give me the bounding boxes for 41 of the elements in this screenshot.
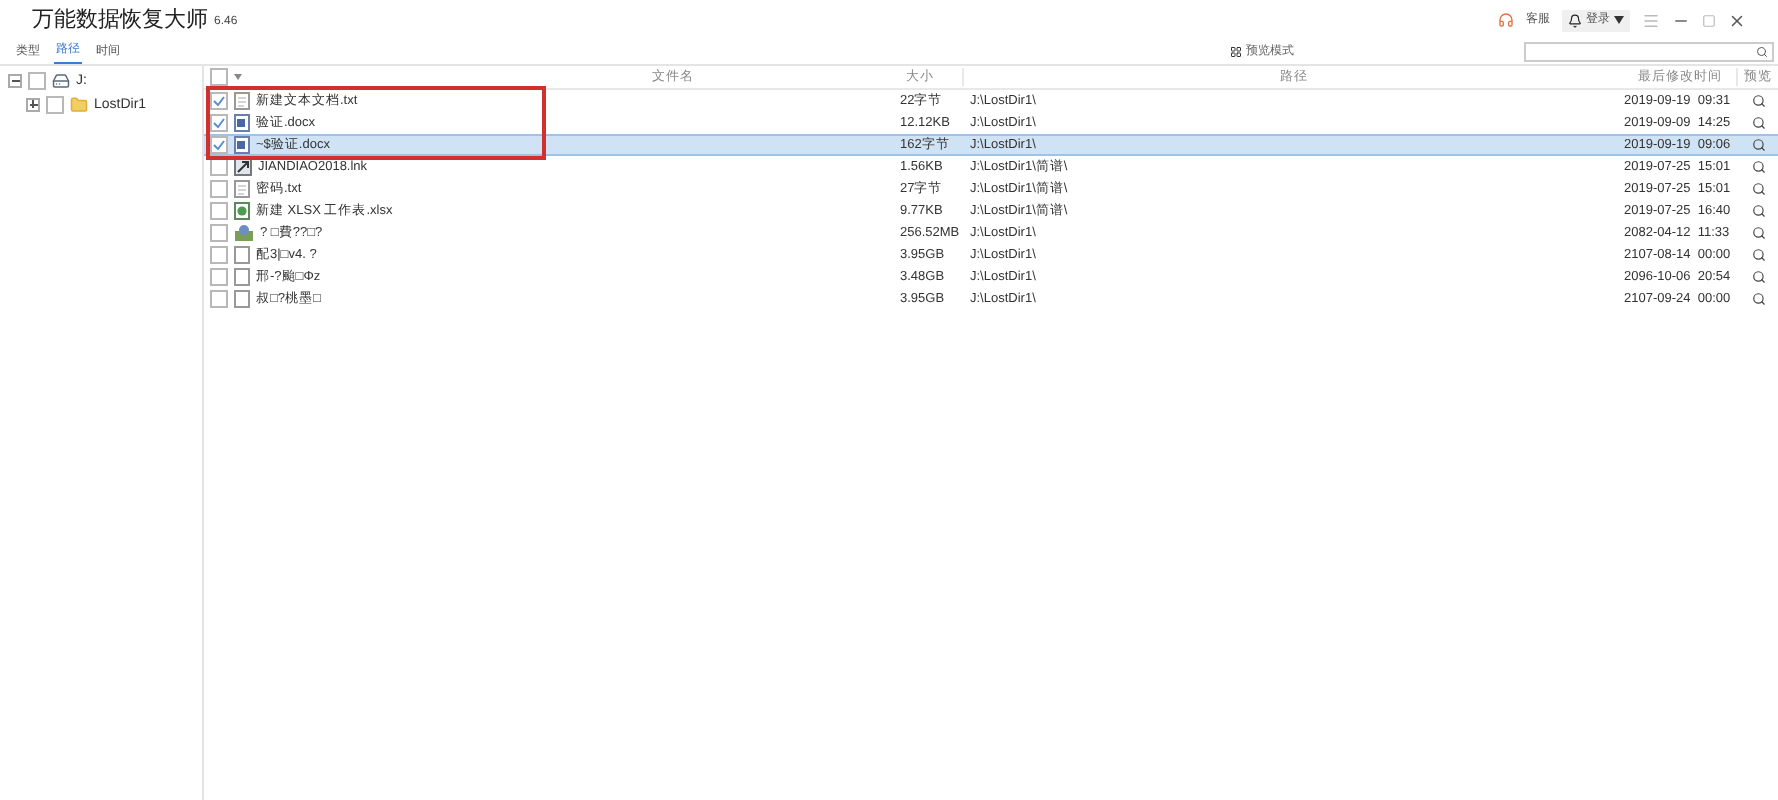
checkbox[interactable] [28,71,46,89]
folder-icon [70,95,88,113]
spreadsheet-icon [234,202,250,220]
checkbox[interactable] [210,136,228,154]
search-icon[interactable] [1751,182,1765,196]
restore-icon[interactable] [1702,13,1716,27]
search-icon[interactable] [1751,94,1765,108]
search-icon[interactable] [1751,226,1765,240]
menu-icon[interactable] [1642,11,1660,29]
checkbox[interactable] [210,92,228,110]
checkbox[interactable] [210,224,228,242]
search-icon[interactable] [1751,292,1765,306]
checkbox[interactable] [210,114,228,132]
search-icon[interactable] [1751,138,1765,152]
grid-icon [1230,46,1242,58]
expander-icon[interactable] [8,73,22,87]
close-icon[interactable] [1728,11,1746,29]
checkbox[interactable] [210,246,228,264]
search-icon[interactable] [1751,116,1765,130]
search-icon[interactable] [1751,248,1765,262]
search-icon[interactable] [1751,270,1765,284]
drive-icon [52,71,70,89]
document-icon [234,92,250,110]
checkbox[interactable] [210,180,228,198]
checkbox[interactable] [46,95,64,113]
checkbox[interactable] [210,68,228,86]
expander-icon[interactable] [26,97,40,111]
document-icon [234,180,250,198]
checkbox[interactable] [210,268,228,286]
caret-icon [234,74,242,80]
checkbox[interactable] [210,290,228,308]
search-icon[interactable] [1751,160,1765,174]
shortcut-icon [234,158,252,176]
search-icon [1756,46,1768,58]
window-title: 万能数据恢复大师 [32,5,208,36]
installer-icon [234,224,254,242]
search-field[interactable] [1524,42,1774,62]
checkbox[interactable] [210,202,228,220]
search-icon[interactable] [1751,204,1765,218]
caret-icon [1614,16,1624,24]
headset-icon [1498,12,1514,28]
